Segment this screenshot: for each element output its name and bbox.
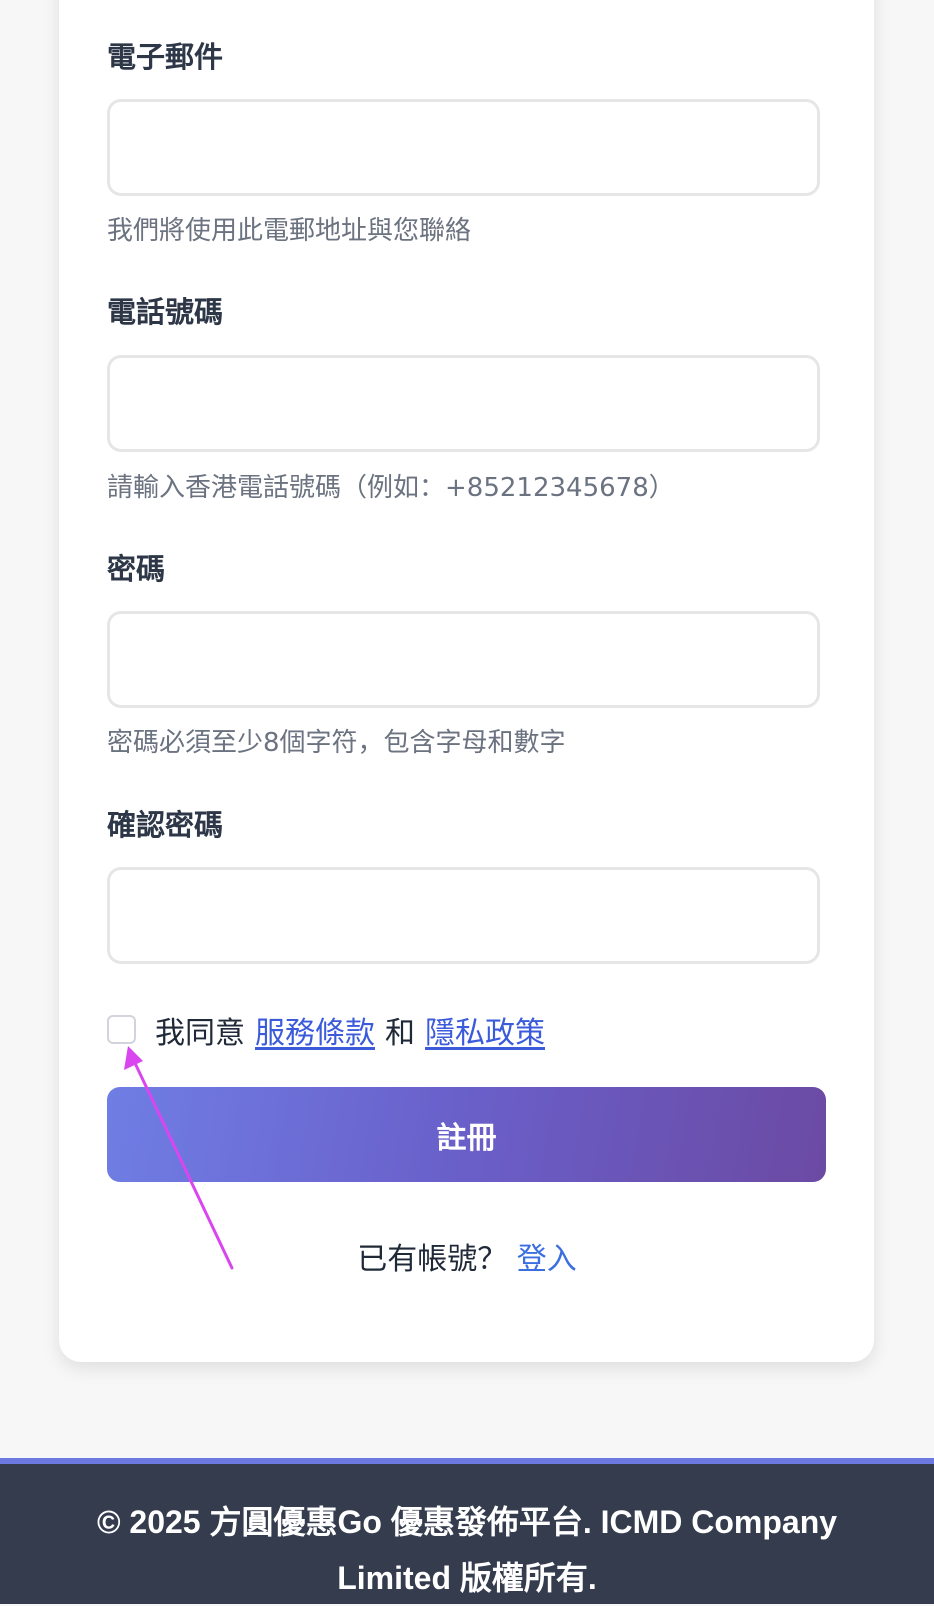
register-button[interactable]: 註冊	[107, 1087, 826, 1182]
agree-conjunction-text: 和	[385, 1016, 415, 1051]
confirm-password-label: 確認密碼	[107, 808, 224, 842]
phone-field[interactable]	[107, 355, 820, 452]
privacy-policy-link[interactable]: 隱私政策	[425, 1008, 545, 1052]
agreement-row: 我同意 服務條款 和 隱私政策	[107, 1007, 545, 1053]
register-button-label: 註冊	[436, 1120, 497, 1156]
email-label: 電子郵件	[107, 40, 224, 74]
email-field[interactable]	[107, 99, 820, 196]
login-link[interactable]: 登入	[517, 1242, 577, 1277]
terms-of-service-link[interactable]: 服務條款	[255, 1008, 375, 1052]
agree-prefix-text: 我同意	[155, 1016, 245, 1051]
footer-copyright: © 2025 方圓優惠Go 優惠發佈平台. ICMD Company Limit…	[96, 1504, 838, 1596]
phone-label: 電話號碼	[107, 295, 224, 329]
footer: © 2025 方圓優惠Go 優惠發佈平台. ICMD Company Limit…	[0, 1458, 934, 1604]
password-hint: 密碼必須至少8個字符，包含字母和數字	[107, 728, 566, 758]
phone-hint: 請輸入香港電話號碼（例如：+85212345678）	[107, 473, 675, 503]
confirm-password-field[interactable]	[107, 867, 820, 964]
email-hint: 我們將使用此電郵地址與您聯絡	[107, 216, 472, 246]
agree-checkbox[interactable]	[107, 1014, 136, 1044]
login-prompt: 已有帳號？ 登入	[0, 1234, 934, 1278]
password-label: 密碼	[107, 552, 166, 586]
password-field[interactable]	[107, 611, 820, 708]
login-prompt-text: 已有帳號？	[357, 1242, 508, 1277]
